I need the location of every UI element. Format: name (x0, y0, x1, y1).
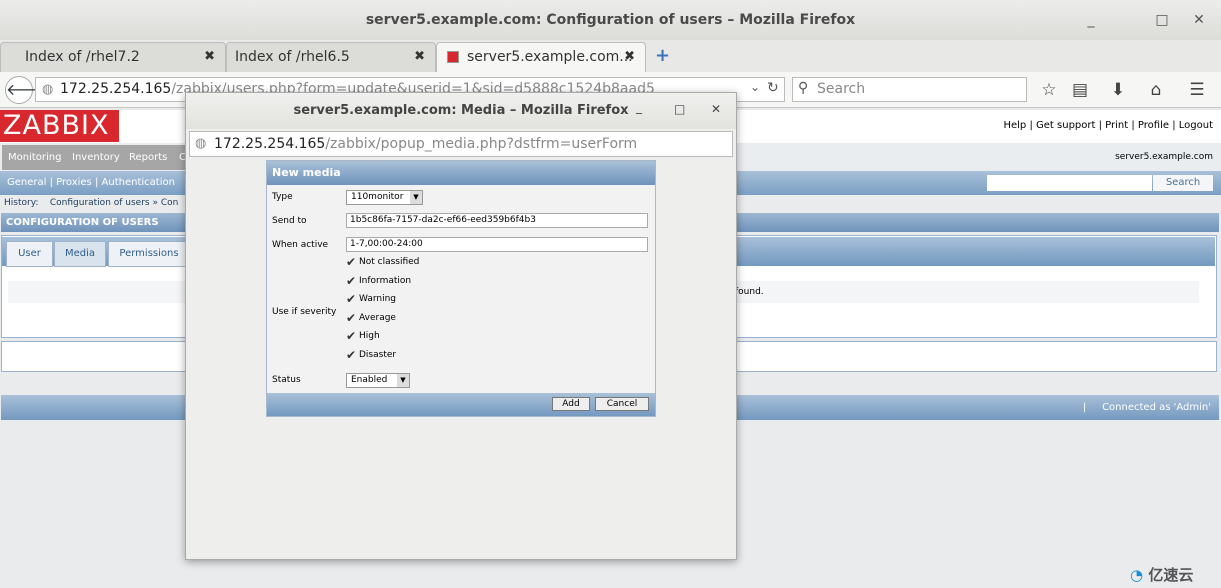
profile-link[interactable]: Profile (1138, 120, 1169, 131)
watermark-logo: ◔ 亿速云 (1130, 566, 1194, 584)
bookmark-star-icon[interactable]: ☆ (1037, 78, 1061, 102)
search-icon: ⚲ (798, 80, 809, 96)
popup-title: server5.example.com: Media – Mozilla Fir… (186, 93, 736, 129)
minimize-icon[interactable]: _ (1081, 10, 1101, 30)
checkbox-checked-icon[interactable]: ✔ (346, 293, 359, 305)
tab-rhel65[interactable]: Index of /rhel6.5 ✖ (226, 42, 436, 72)
new-media-form (266, 160, 656, 417)
reload-icon[interactable]: ↻ (767, 80, 779, 96)
globe-icon: ◍ (42, 82, 54, 97)
send-to-label: Send to (272, 216, 307, 226)
tab-label: server5.example.com... (467, 49, 633, 65)
send-to-input[interactable]: 1b5c86fa-7157-da2c-ef66-eed359b6f4b3 (346, 213, 648, 228)
tab-media[interactable]: Media (54, 241, 106, 267)
zabbix-search-input[interactable] (987, 175, 1152, 191)
menu-icon[interactable]: ☰ (1185, 78, 1209, 102)
submenu-authentication[interactable]: Authentication (102, 177, 175, 188)
zabbix-search-button[interactable]: Search (1153, 175, 1213, 191)
submenu-general[interactable]: General (7, 177, 46, 188)
checkbox-checked-icon[interactable]: ✔ (346, 275, 359, 287)
chevron-down-icon: ▼ (397, 374, 409, 387)
type-label: Type (272, 192, 293, 202)
top-links: Help | Get support | Print | Profile | L… (1003, 120, 1213, 131)
menu-reports[interactable]: Reports (123, 145, 175, 170)
tab-rhel72[interactable]: Index of /rhel7.2 ✖ (0, 42, 226, 72)
tab-permissions[interactable]: Permissions (108, 241, 190, 267)
logout-link[interactable]: Logout (1179, 120, 1213, 131)
chevron-down-icon: ▼ (410, 191, 422, 204)
submenu-proxies[interactable]: Proxies (56, 177, 92, 188)
maximize-icon[interactable]: □ (1152, 10, 1172, 30)
menu-monitoring[interactable]: Monitoring (2, 145, 69, 170)
print-link[interactable]: Print (1105, 120, 1128, 131)
dropdown-icon[interactable]: ⌄ (750, 80, 760, 94)
help-link[interactable]: Help (1003, 120, 1026, 131)
tab-server5[interactable]: server5.example.com... ✖ (436, 42, 646, 72)
history-label: History: (4, 198, 39, 208)
when-active-label: When active (272, 240, 329, 250)
close-icon[interactable]: ✕ (1189, 10, 1209, 30)
checkbox-checked-icon[interactable]: ✔ (346, 349, 359, 361)
popup-minimize-icon[interactable]: _ (636, 100, 642, 114)
globe-icon: ◍ (195, 136, 207, 151)
menu-inventory[interactable]: Inventory (66, 145, 127, 170)
severity-average[interactable]: ✔ Average (346, 312, 396, 324)
popup-maximize-icon[interactable]: □ (674, 102, 685, 116)
close-tab-icon[interactable]: ✖ (414, 43, 425, 71)
checkbox-checked-icon[interactable]: ✔ (346, 330, 359, 342)
severity-information[interactable]: ✔ Information (346, 275, 411, 287)
reading-list-icon[interactable]: ▤ (1068, 78, 1092, 102)
status-select[interactable]: Enabled ▼ (346, 373, 410, 388)
window-title: server5.example.com: Configuration of us… (0, 0, 1221, 40)
when-active-input[interactable]: 1-7,00:00-24:00 (346, 237, 648, 252)
severity-disaster[interactable]: ✔ Disaster (346, 349, 396, 361)
zabbix-logo[interactable]: ZABBIX (0, 110, 119, 142)
popup-close-icon[interactable]: ✕ (711, 102, 721, 116)
connected-as: Connected as 'Admin' (1102, 402, 1211, 413)
add-button[interactable]: Add (552, 397, 590, 411)
zabbix-favicon-icon (447, 51, 459, 63)
history: History: Configuration of users » Con (4, 198, 178, 208)
cancel-button[interactable]: Cancel (595, 397, 649, 411)
close-tab-icon[interactable]: ✖ (624, 43, 635, 71)
close-tab-icon[interactable]: ✖ (204, 43, 215, 71)
type-select[interactable]: 110monitor ▼ (346, 190, 423, 205)
tab-label: Index of /rhel7.2 (25, 49, 140, 65)
popup-url-bar[interactable]: 172.25.254.165/zabbix/popup_media.php?ds… (189, 131, 733, 157)
tab-label: Index of /rhel6.5 (235, 49, 350, 65)
new-tab-icon[interactable]: + (655, 45, 670, 66)
checkbox-checked-icon[interactable]: ✔ (346, 312, 359, 324)
download-icon[interactable]: ⬇ (1106, 78, 1130, 102)
tab-user[interactable]: User (6, 241, 53, 267)
severity-not-classified[interactable]: ✔ Not classified (346, 256, 419, 268)
history-link[interactable]: Configuration of users » Con (50, 198, 178, 208)
form-title: New media (267, 161, 655, 185)
search-input[interactable]: Search (792, 77, 1027, 102)
severity-warning[interactable]: ✔ Warning (346, 293, 396, 305)
home-icon[interactable]: ⌂ (1144, 78, 1168, 102)
status-label: Status (272, 375, 301, 385)
severity-high[interactable]: ✔ High (346, 330, 380, 342)
no-data-text: found. (735, 287, 764, 297)
server-name: server5.example.com (1115, 152, 1213, 162)
back-icon[interactable]: 🡐 (5, 76, 49, 104)
severity-label: Use if severity (272, 307, 337, 317)
checkbox-checked-icon[interactable]: ✔ (346, 256, 359, 268)
get-support-link[interactable]: Get support (1036, 120, 1095, 131)
